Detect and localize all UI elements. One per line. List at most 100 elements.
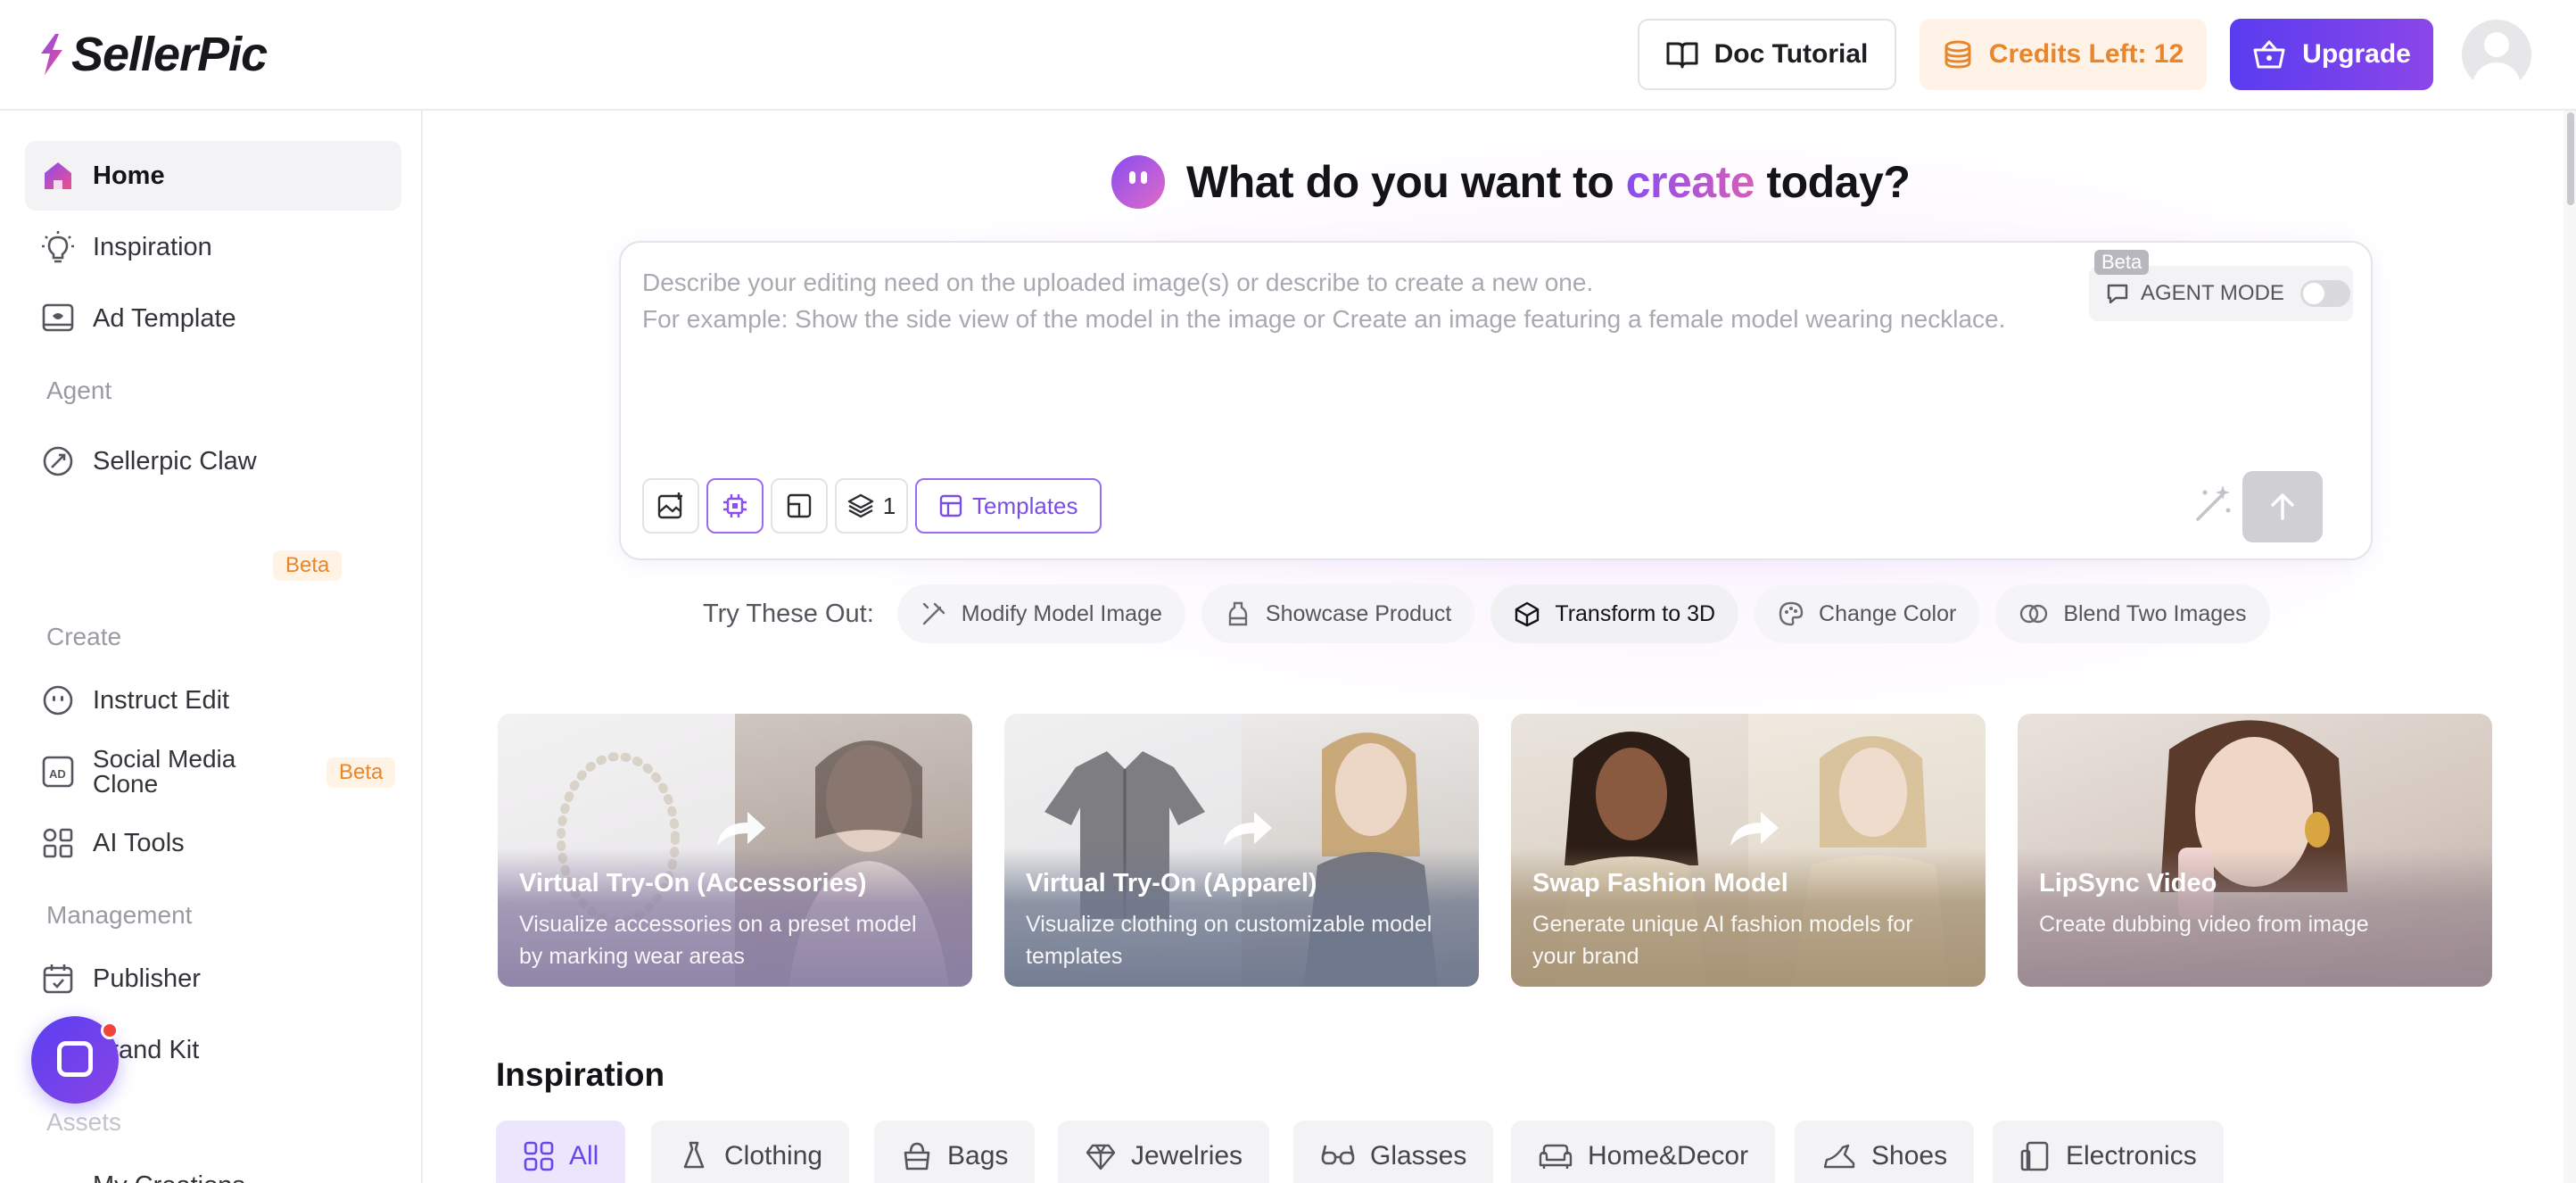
tab-label: All bbox=[569, 1141, 599, 1171]
feature-card-virtual-try-on-accessories[interactable]: Virtual Try-On (Accessories) Visualize a… bbox=[498, 714, 972, 987]
section-label-management: Management bbox=[46, 901, 193, 929]
social-beta-badge: Beta bbox=[326, 757, 396, 788]
sidebar-item-inspiration[interactable]: Inspiration bbox=[25, 212, 401, 282]
notification-dot bbox=[101, 1022, 119, 1039]
send-button[interactable] bbox=[2242, 471, 2323, 542]
prompt-placeholder[interactable]: Describe your editing need on the upload… bbox=[642, 264, 2105, 337]
coins-icon bbox=[1944, 40, 1971, 69]
upload-image-button[interactable] bbox=[642, 478, 699, 534]
card-title: Swap Fashion Model bbox=[1532, 869, 1788, 898]
card-description: Visualize accessories on a preset model … bbox=[519, 912, 917, 969]
card-title: Virtual Try-On (Apparel) bbox=[1026, 869, 1317, 898]
upgrade-button[interactable]: Upgrade bbox=[2230, 19, 2433, 90]
page-scrollbar[interactable] bbox=[2564, 111, 2576, 1183]
smiley-face-icon bbox=[43, 685, 73, 716]
credits-label: Credits Left: 12 bbox=[1988, 39, 2184, 69]
agent-mode-label: AGENT MODE bbox=[2141, 281, 2284, 305]
feature-card-lipsync-video[interactable]: LipSync Video Create dubbing video from … bbox=[2018, 714, 2492, 987]
tab-label: Home&Decor bbox=[1588, 1141, 1749, 1171]
ad-frame-icon: AD bbox=[42, 756, 74, 788]
sidebar-item-label: Inspiration bbox=[93, 232, 212, 261]
sidebar-item-sellerpic-claw[interactable]: Sellerpic Claw bbox=[25, 426, 401, 496]
section-label-agent: Agent bbox=[46, 376, 112, 404]
chip-modify-model-image[interactable]: Modify Model Image bbox=[896, 584, 1185, 643]
card-title: LipSync Video bbox=[2039, 869, 2217, 898]
try-label: Try These Out: bbox=[703, 599, 874, 628]
sidebar-item-ai-tools[interactable]: AI Tools bbox=[25, 808, 401, 878]
sidebar-item-my-creations[interactable]: My Creations bbox=[25, 1151, 401, 1183]
scrollbar-thumb[interactable] bbox=[2567, 112, 2574, 205]
top-header: SellerPic Doc Tutorial Credits Left: 12 … bbox=[0, 0, 2576, 111]
calendar-icon bbox=[43, 964, 73, 994]
tab-jewelries[interactable]: Jewelries bbox=[1058, 1121, 1270, 1183]
tab-clothing[interactable]: Clothing bbox=[651, 1121, 850, 1183]
agent-beta-badge: Beta bbox=[2094, 250, 2150, 275]
sidebar-item-label: Instruct Edit bbox=[93, 685, 230, 715]
chip-transform-to-3d[interactable]: Transform to 3D bbox=[1490, 584, 1739, 643]
support-chat-button[interactable] bbox=[31, 1016, 119, 1104]
page-title: What do you want to create today? bbox=[1186, 156, 1911, 208]
logo-text: SellerPic bbox=[71, 28, 268, 81]
doc-tutorial-label: Doc Tutorial bbox=[1713, 39, 1869, 69]
sidebar-item-label: AI Tools bbox=[93, 828, 185, 857]
templates-icon bbox=[939, 494, 962, 517]
sidebar-item-home[interactable]: Home bbox=[25, 141, 401, 211]
aspect-ratio-icon bbox=[787, 493, 812, 518]
prompt-input-box[interactable]: Describe your editing need on the upload… bbox=[619, 241, 2373, 560]
device-icon bbox=[2020, 1141, 2049, 1171]
tab-bags[interactable]: Bags bbox=[874, 1121, 1036, 1183]
user-avatar[interactable] bbox=[2462, 20, 2531, 89]
card-description: Generate unique AI fashion models for yo… bbox=[1532, 912, 1913, 969]
avatar-head-shape bbox=[2484, 32, 2509, 57]
tab-label: Electronics bbox=[2066, 1141, 2197, 1171]
avatar-body-shape bbox=[2473, 62, 2521, 89]
book-icon bbox=[1666, 42, 1698, 69]
sidebar-item-ad-template[interactable]: Ad Template bbox=[25, 284, 401, 353]
switch-knob bbox=[2302, 283, 2324, 304]
chip-showcase-product[interactable]: Showcase Product bbox=[1201, 584, 1475, 643]
glasses-icon bbox=[1321, 1145, 1355, 1165]
card-description: Create dubbing video from image bbox=[2039, 912, 2369, 937]
chip-blend-two-images[interactable]: Blend Two Images bbox=[1995, 584, 2270, 643]
templates-button[interactable]: Templates bbox=[915, 478, 1102, 534]
sidebar-item-publisher[interactable]: Publisher bbox=[25, 944, 401, 1013]
transform-arrow-icon bbox=[1730, 812, 1779, 846]
title-accent: create bbox=[1625, 157, 1755, 207]
svg-text:AD: AD bbox=[49, 767, 66, 781]
image-count-value: 1 bbox=[882, 492, 896, 519]
ad-template-icon bbox=[42, 303, 74, 332]
sofa-icon bbox=[1539, 1144, 1573, 1169]
home-icon bbox=[45, 162, 71, 189]
sidebar-item-label: Home bbox=[93, 161, 165, 190]
sellerpic-logo[interactable]: SellerPic bbox=[36, 27, 268, 82]
sidebar-item-instruct-edit[interactable]: Instruct Edit bbox=[25, 666, 401, 735]
tab-glasses[interactable]: Glasses bbox=[1293, 1121, 1494, 1183]
model-select-button[interactable] bbox=[706, 478, 764, 534]
credits-button[interactable]: Credits Left: 12 bbox=[1920, 19, 2207, 90]
main-content: What do you want to create today? Descri… bbox=[425, 111, 2576, 1183]
image-count-button[interactable]: 1 bbox=[835, 478, 908, 534]
creations-icon bbox=[41, 1169, 75, 1183]
aspect-ratio-button[interactable] bbox=[771, 478, 828, 534]
grid-tools-icon bbox=[43, 828, 73, 858]
feature-card-virtual-try-on-apparel[interactable]: Virtual Try-On (Apparel) Visualize cloth… bbox=[1004, 714, 1479, 987]
inspiration-heading: Inspiration bbox=[496, 1056, 665, 1093]
chip-icon bbox=[723, 494, 747, 517]
doc-tutorial-button[interactable]: Doc Tutorial bbox=[1638, 19, 1896, 90]
cube-3d-icon bbox=[1515, 601, 1540, 627]
feature-card-swap-fashion-model[interactable]: Swap Fashion Model Generate unique AI fa… bbox=[1511, 714, 1986, 987]
chip-label: Change Color bbox=[1819, 600, 1957, 626]
magic-wand-icon[interactable] bbox=[2191, 482, 2235, 526]
agent-mode-switch[interactable] bbox=[2299, 280, 2350, 307]
tab-home-decor[interactable]: Home&Decor bbox=[1511, 1121, 1776, 1183]
bag-icon bbox=[904, 1142, 930, 1171]
palette-icon bbox=[1779, 601, 1804, 626]
chat-icon bbox=[57, 1041, 93, 1077]
chip-change-color[interactable]: Change Color bbox=[1754, 584, 1980, 643]
tab-shoes[interactable]: Shoes bbox=[1795, 1121, 1975, 1183]
chip-label: Modify Model Image bbox=[961, 600, 1162, 626]
tab-all[interactable]: All bbox=[496, 1121, 626, 1183]
chip-label: Showcase Product bbox=[1265, 600, 1452, 626]
tab-electronics[interactable]: Electronics bbox=[1993, 1121, 2224, 1183]
upgrade-label: Upgrade bbox=[2302, 39, 2411, 69]
